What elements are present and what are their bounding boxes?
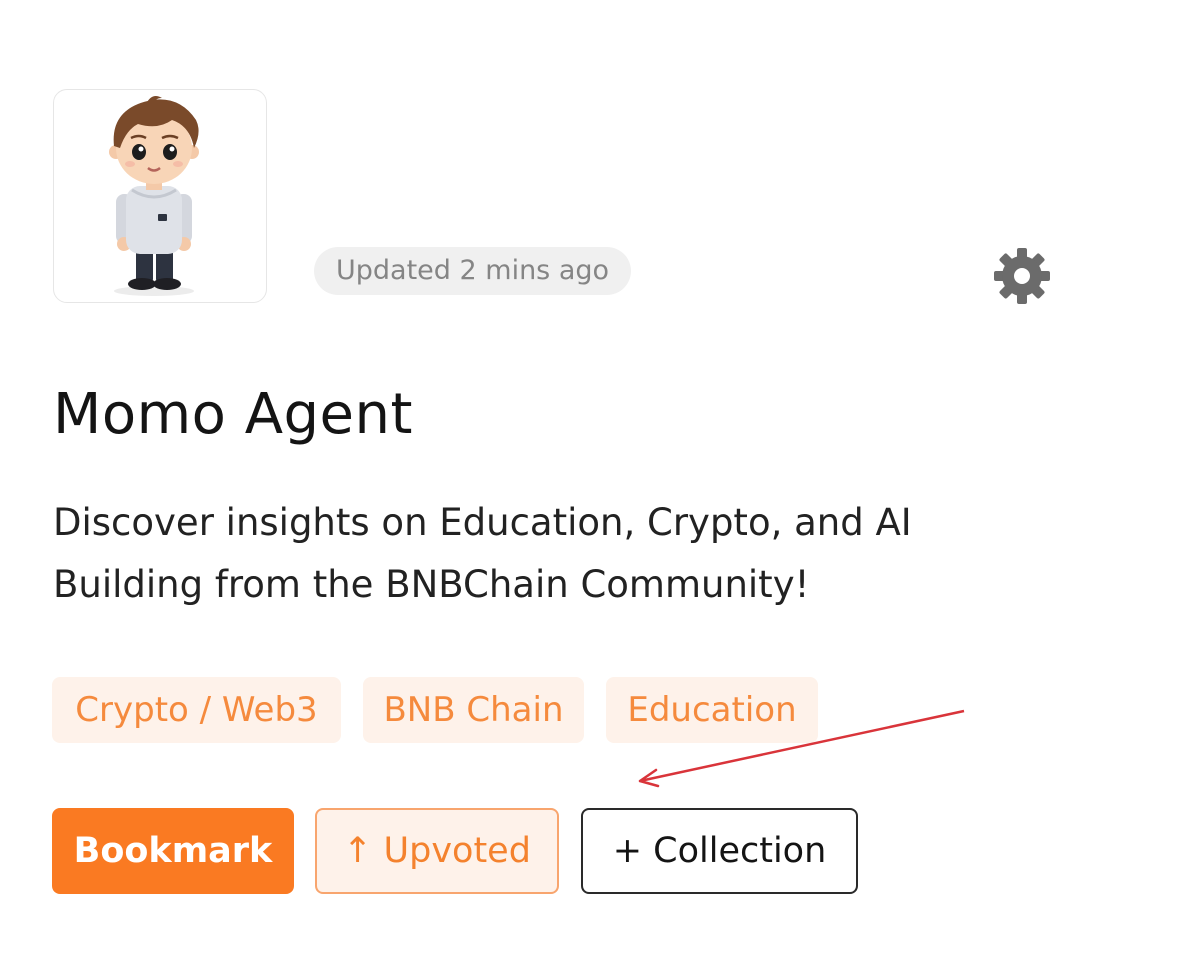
cartoon-boy-avatar-icon [109, 96, 199, 296]
updated-status-badge: Updated 2 mins ago [314, 247, 632, 295]
bookmark-button[interactable]: Bookmark [52, 808, 294, 894]
tag-bnb-chain[interactable]: BNB Chain [363, 677, 584, 743]
settings-button[interactable] [992, 246, 1052, 306]
tag-crypto-web3[interactable]: Crypto / Web3 [52, 677, 341, 743]
add-collection-button[interactable]: + Collection [581, 808, 858, 894]
gear-icon [994, 248, 1050, 304]
tag-education[interactable]: Education [606, 677, 818, 743]
upvoted-button[interactable]: ↑ Upvoted [315, 808, 559, 894]
agent-description: Discover insights on Education, Crypto, … [53, 501, 912, 606]
agent-title: Momo Agent [53, 382, 413, 447]
agent-avatar [53, 89, 267, 303]
